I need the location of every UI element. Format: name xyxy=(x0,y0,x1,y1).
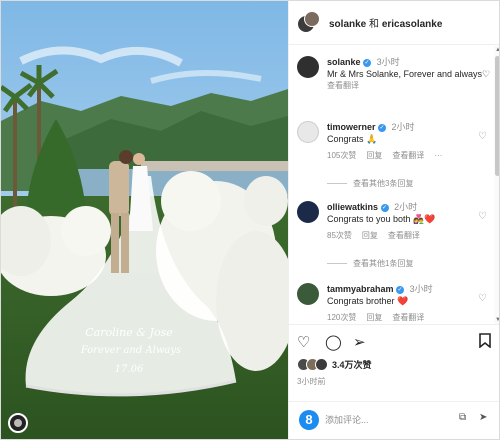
likes-count[interactable]: 3.4万次赞 xyxy=(332,358,372,371)
comment-emoji: 👩‍❤️‍👨❤️ xyxy=(413,214,436,224)
comment-username[interactable]: solanke xyxy=(327,57,361,67)
heart-icon[interactable]: ♡ xyxy=(478,211,487,222)
list-item: tammyabraham ✓ 3小时 Congrats brother ❤️ 1… xyxy=(297,283,493,324)
author-link[interactable]: solanke xyxy=(329,19,366,30)
caption: solanke ✓ 3小时 Mr & Mrs Solanke, Forever … xyxy=(297,56,493,111)
reply-button[interactable]: 回复 xyxy=(366,150,382,162)
avatar xyxy=(315,358,328,371)
likes-row[interactable]: 3.4万次赞 xyxy=(297,358,372,371)
divider xyxy=(327,263,347,264)
author-link[interactable]: ericasolanke xyxy=(382,19,443,30)
translate-link[interactable]: 查看翻译 xyxy=(327,80,493,92)
list-item: olliewatkins ✓ 2小时 Congrats to you both … xyxy=(297,201,493,251)
emoji-icon[interactable]: 8 xyxy=(299,410,319,430)
tagged-user-icon[interactable] xyxy=(8,413,28,433)
author-avatars[interactable] xyxy=(297,10,321,35)
verified-icon: ✓ xyxy=(378,123,387,132)
translate-link[interactable]: 查看翻译 xyxy=(392,150,424,162)
avatar[interactable] xyxy=(297,121,319,143)
heart-icon[interactable]: ♡ xyxy=(297,333,310,353)
bookmark-icon[interactable] xyxy=(479,333,491,354)
comment-likes[interactable]: 85次赞 xyxy=(327,230,352,242)
comment-username[interactable]: timowerner xyxy=(327,122,376,132)
scrollbar[interactable]: ▲ ▼ xyxy=(494,46,499,324)
comment-username[interactable]: tammyabraham xyxy=(327,284,394,294)
add-comment-bar: 8 添加评论... ⧉ ➤ xyxy=(289,401,499,439)
svg-text:Caroline & Jose: Caroline & Jose xyxy=(85,326,173,339)
view-replies-label[interactable]: 查看其他3条回复 xyxy=(353,178,413,189)
caption-text: Mr & Mrs Solanke, Forever and always♡ xyxy=(327,69,491,79)
post-photo[interactable]: Caroline & Jose Forever and Always 17.06 xyxy=(1,1,288,439)
comment-emoji: ❤️ xyxy=(397,296,409,306)
scroll-up-icon[interactable]: ▲ xyxy=(495,47,499,53)
post-authors: solanke 和 ericasolanke xyxy=(329,15,442,30)
avatar xyxy=(304,10,320,27)
translate-link[interactable]: 查看翻译 xyxy=(392,312,424,324)
comment-time[interactable]: 2小时 xyxy=(394,202,417,212)
comment-username[interactable]: olliewatkins xyxy=(327,202,378,212)
comments-panel: solanke 和 ericasolanke solanke ✓ 3小时 Mr … xyxy=(288,1,499,439)
list-item: timowerner ✓ 2小时 Congrats 🙏 105次赞 回复 查看翻… xyxy=(297,121,493,171)
avatar[interactable] xyxy=(297,201,319,223)
translate-link[interactable]: 查看翻译 xyxy=(388,230,420,242)
reply-button[interactable]: 回复 xyxy=(366,312,382,324)
svg-text:17.06: 17.06 xyxy=(115,364,144,375)
verified-icon: ✓ xyxy=(380,203,389,212)
heart-icon[interactable]: ♡ xyxy=(478,293,487,304)
comment-input[interactable]: 添加评论... xyxy=(325,413,369,426)
comment-time[interactable]: 2小时 xyxy=(392,122,415,132)
scrollbar-thumb[interactable] xyxy=(495,56,499,176)
avatar[interactable] xyxy=(297,56,319,78)
post-time[interactable]: 3小时前 xyxy=(297,376,325,387)
view-replies-label[interactable]: 查看其他1条回复 xyxy=(353,258,413,269)
author-conjunction: 和 xyxy=(369,19,380,30)
more-options-icon[interactable]: ··· xyxy=(434,150,442,162)
verified-icon: ✓ xyxy=(363,58,372,67)
comment-text: Congrats to you both xyxy=(327,214,411,224)
svg-text:Forever and Always: Forever and Always xyxy=(80,345,181,356)
share-icon[interactable]: ➢ xyxy=(353,333,366,353)
comment-time[interactable]: 3小时 xyxy=(410,284,433,294)
comment-text: Congrats xyxy=(327,134,364,144)
reply-button[interactable]: 回复 xyxy=(362,230,378,242)
post-window: Caroline & Jose Forever and Always 17.06… xyxy=(0,0,500,440)
comment-time[interactable]: 3小时 xyxy=(377,57,400,67)
gif-icon[interactable]: ⧉ xyxy=(459,412,466,423)
heart-icon[interactable]: ♡ xyxy=(478,131,487,142)
comment-likes[interactable]: 120次赞 xyxy=(327,312,356,324)
post-header: solanke 和 ericasolanke xyxy=(289,1,499,45)
wedding-photo-illustration: Caroline & Jose Forever and Always 17.06 xyxy=(1,1,288,439)
scroll-down-icon[interactable]: ▼ xyxy=(495,317,499,323)
divider xyxy=(289,324,499,325)
verified-icon: ✓ xyxy=(396,285,405,294)
comments-list[interactable]: solanke ✓ 3小时 Mr & Mrs Solanke, Forever … xyxy=(289,46,495,324)
avatar[interactable] xyxy=(297,283,319,305)
divider xyxy=(327,183,347,184)
send-icon[interactable]: ➤ xyxy=(479,412,487,423)
comment-text: Congrats brother xyxy=(327,296,395,306)
view-replies[interactable]: 查看其他1条回复 xyxy=(327,258,413,269)
view-replies[interactable]: 查看其他3条回复 xyxy=(327,178,413,189)
action-bar: ♡ ◯ ➢ xyxy=(297,333,497,353)
comment-likes[interactable]: 105次赞 xyxy=(327,150,356,162)
comment-emoji: 🙏 xyxy=(366,134,378,144)
comment-icon[interactable]: ◯ xyxy=(325,333,342,353)
